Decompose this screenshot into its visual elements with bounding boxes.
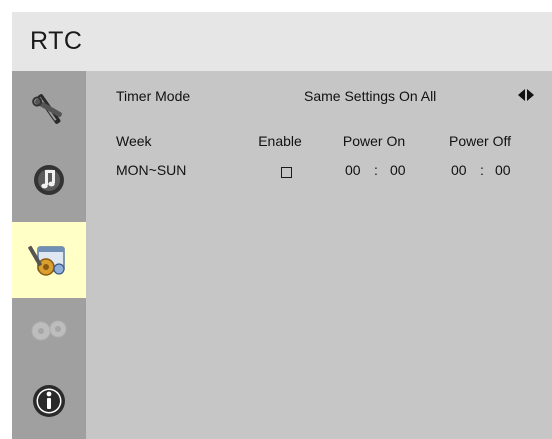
sidebar-item-settings[interactable] <box>12 222 86 298</box>
timer-mode-label: Timer Mode <box>116 88 191 104</box>
power-on-column-header: Power On <box>342 133 406 149</box>
wrench-screwdriver-icon <box>32 94 62 124</box>
power-off-minute[interactable]: 00 <box>495 162 511 178</box>
menu-header: RTC <box>12 12 552 71</box>
sidebar-item-audio[interactable] <box>12 141 86 217</box>
week-cell: MON~SUN <box>116 162 187 178</box>
enable-column-header: Enable <box>258 133 302 149</box>
sidebar-item-info[interactable] <box>12 363 86 439</box>
audio-speaker-icon <box>34 165 64 195</box>
gears-icon <box>31 320 67 341</box>
power-on-separator: : <box>374 162 378 178</box>
rtc-content-panel: Timer Mode Same Settings On All Week Ena… <box>86 71 552 439</box>
osd-menu: RTC Timer Mode Same Settings On All Week… <box>0 0 552 439</box>
left-right-arrows-icon[interactable] <box>518 89 534 101</box>
power-on-hour[interactable]: 00 <box>345 162 361 178</box>
timer-mode-value[interactable]: Same Settings On All <box>304 88 436 104</box>
page-title: RTC <box>30 27 83 55</box>
power-off-column-header: Power Off <box>449 133 511 149</box>
enable-checkbox[interactable] <box>281 167 292 178</box>
week-column-header: Week <box>116 133 152 149</box>
sidebar-item-tools[interactable] <box>12 71 86 147</box>
power-off-hour[interactable]: 00 <box>451 162 467 178</box>
settings-tools-icon <box>28 245 65 276</box>
power-on-minute[interactable]: 00 <box>390 162 406 178</box>
sidebar <box>12 71 86 439</box>
sidebar-item-gears[interactable] <box>12 293 86 369</box>
power-off-separator: : <box>480 162 484 178</box>
info-icon <box>33 385 65 417</box>
